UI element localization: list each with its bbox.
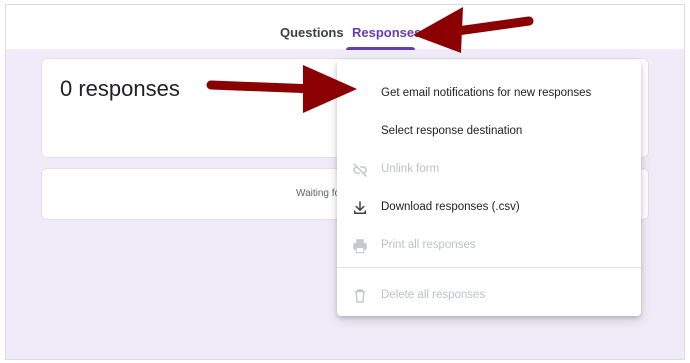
printer-icon <box>353 239 367 254</box>
trash-icon <box>354 289 366 303</box>
menu-item-label: Get email notifications for new response… <box>381 87 592 99</box>
menu-item-delete-all: Delete all responses <box>337 278 641 314</box>
menu-item-label: Print all responses <box>381 239 476 251</box>
app-frame: Questions Responses 0 responses Waiting … <box>5 4 685 360</box>
menu-item-download-csv[interactable]: Download responses (.csv) <box>337 190 641 226</box>
menu-item-label: Download responses (.csv) <box>381 201 520 213</box>
response-count: 0 responses <box>60 76 180 101</box>
tab-questions[interactable]: Questions <box>280 25 344 40</box>
annotation-arrow-responses <box>413 7 534 53</box>
menu-item-label: Select response destination <box>381 125 523 137</box>
menu-item-label: Delete all responses <box>381 289 486 301</box>
menu-item-unlink-form: Unlink form <box>337 152 641 188</box>
menu-divider <box>337 267 641 268</box>
annotation-arrow-notifications <box>206 65 357 113</box>
responses-more-menu: Get email notifications for new response… <box>337 60 641 316</box>
menu-item-email-notifications[interactable]: Get email notifications for new response… <box>337 76 641 112</box>
menu-item-select-destination[interactable]: Select response destination <box>337 114 641 150</box>
unlink-icon <box>353 163 367 177</box>
menu-item-label: Unlink form <box>381 163 440 175</box>
menu-item-print-all: Print all responses <box>337 228 641 264</box>
waiting-text: Waiting fo <box>296 188 338 199</box>
top-bar: Questions Responses <box>6 5 684 50</box>
download-icon <box>354 201 366 214</box>
